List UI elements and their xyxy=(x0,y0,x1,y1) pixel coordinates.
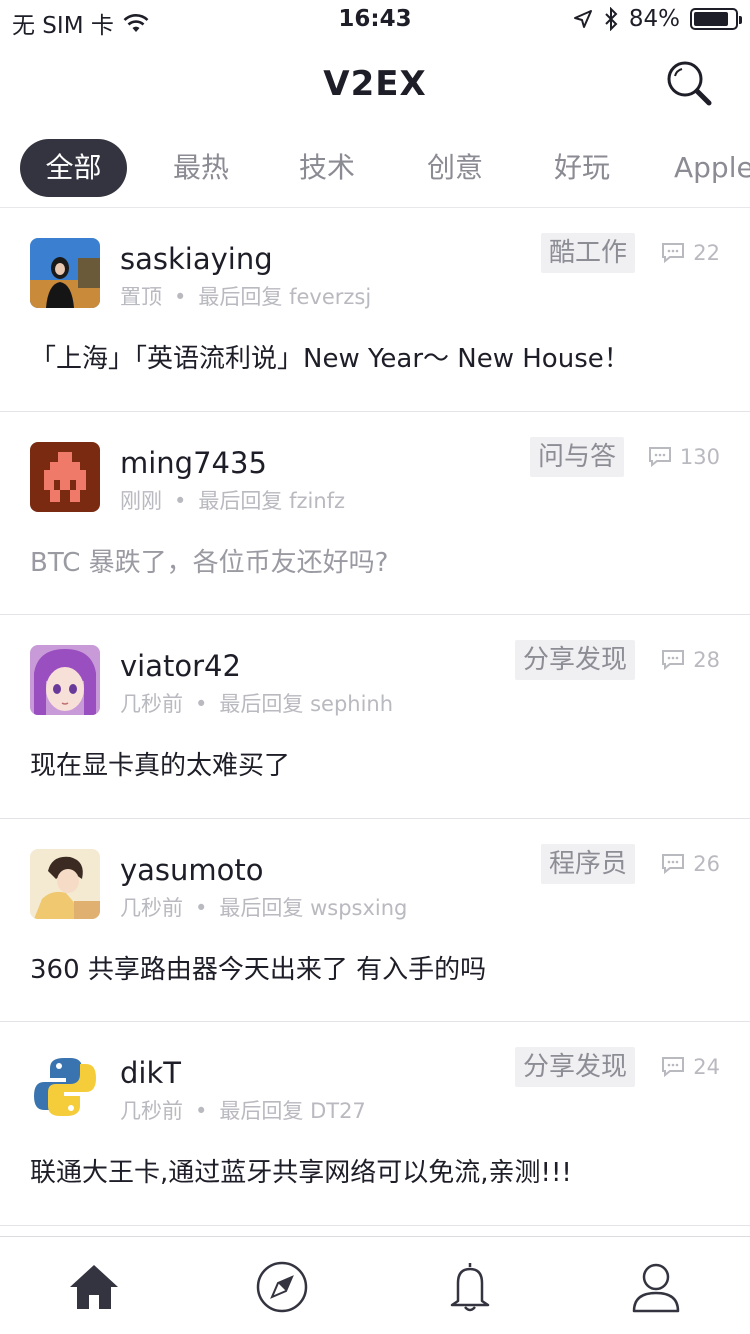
location-arrow-icon xyxy=(573,10,592,28)
avatar[interactable] xyxy=(30,645,100,715)
topic-time: 几秒前 xyxy=(120,895,183,920)
page-title: V2EX xyxy=(323,64,427,104)
user-icon xyxy=(632,1263,680,1313)
search-icon xyxy=(667,61,712,106)
last-reply-label: 最后回复 xyxy=(198,285,283,309)
node-tag[interactable]: 分享发现 xyxy=(514,640,635,680)
last-reply-label: 最后回复 xyxy=(219,895,304,920)
tab-apple[interactable]: Apple xyxy=(674,139,750,197)
topic-item[interactable]: dikT 几秒前 • 最后回复 DT27 分享发现 24 联通大王卡,通过蓝牙共享网… xyxy=(0,1022,750,1226)
tab-home[interactable] xyxy=(64,1257,124,1317)
node-tag[interactable]: 分享发现 xyxy=(514,1047,635,1087)
comment-icon xyxy=(662,853,685,874)
username[interactable]: saskiaying xyxy=(120,242,273,276)
tab-tech[interactable]: 技术 xyxy=(272,139,382,197)
topic-time: 几秒前 xyxy=(120,1099,183,1123)
reply-count: 26 xyxy=(661,852,720,876)
last-reply-label: 最后回复 xyxy=(219,1099,304,1123)
username[interactable]: yasumoto xyxy=(120,853,264,887)
tab-notifications[interactable] xyxy=(440,1257,500,1317)
topic-time: 置顶 xyxy=(120,285,162,309)
node-tag[interactable]: 问与答 xyxy=(529,436,624,477)
category-tabs: 全部 最热 技术 创意 好玩 Apple xyxy=(0,128,750,208)
topic-title[interactable]: 360 共享路由器今天出来了 有入手的吗 xyxy=(30,949,486,986)
compass-icon xyxy=(256,1261,308,1313)
tab-profile[interactable] xyxy=(626,1257,686,1317)
comment-icon xyxy=(662,243,685,264)
topic-item[interactable]: yasumoto 几秒前 • 最后回复 wspsxing 程序员 26 360 共享… xyxy=(0,819,750,1022)
username[interactable]: dikT xyxy=(120,1056,181,1090)
topic-item[interactable]: ming7435 刚刚 • 最后回复 fzinfz 问与答 130 BTC 暴跌了，… xyxy=(0,412,750,615)
separator-dot: • xyxy=(195,692,208,716)
reply-count-value: 28 xyxy=(693,648,720,672)
username[interactable]: ming7435 xyxy=(120,446,267,480)
status-indicators: 84% xyxy=(573,6,742,32)
reply-count-value: 24 xyxy=(693,1055,720,1079)
battery-percent: 84% xyxy=(628,6,680,32)
battery-level xyxy=(694,12,728,26)
last-reply-user: feverzsj xyxy=(289,285,372,309)
topic-time: 刚刚 xyxy=(120,488,162,513)
topic-meta: 刚刚 • 最后回复 fzinfz xyxy=(120,485,345,515)
comment-icon xyxy=(648,446,671,467)
topic-item[interactable]: saskiaying 置顶 • 最后回复 feverzsj 酷工作 22 「上海」「… xyxy=(0,208,750,412)
bluetooth-icon xyxy=(605,7,618,31)
reply-count: 28 xyxy=(661,648,720,672)
reply-count-value: 130 xyxy=(679,444,720,469)
last-reply-user: sephinh xyxy=(310,692,394,716)
tab-all[interactable]: 全部 xyxy=(20,139,127,197)
avatar[interactable] xyxy=(30,1052,100,1122)
bell-icon xyxy=(450,1263,490,1312)
username[interactable]: viator42 xyxy=(120,649,241,683)
tab-discover[interactable] xyxy=(252,1257,312,1317)
last-reply-user: DT27 xyxy=(310,1099,366,1123)
reply-count: 22 xyxy=(661,241,720,265)
home-icon xyxy=(70,1265,118,1309)
avatar[interactable] xyxy=(30,238,100,308)
last-reply-user: wspsxing xyxy=(310,895,408,920)
last-reply-label: 最后回复 xyxy=(219,692,304,716)
reply-count-value: 22 xyxy=(693,241,720,265)
status-bar: 无 SIM 卡 16:43 84% xyxy=(0,0,750,40)
reply-count: 24 xyxy=(661,1055,720,1079)
avatar[interactable] xyxy=(30,441,100,512)
reply-count: 130 xyxy=(648,445,720,469)
node-tag[interactable]: 程序员 xyxy=(540,843,635,884)
topic-title[interactable]: 联通大王卡,通过蓝牙共享网络可以免流,亲测!!! xyxy=(30,1152,572,1189)
topic-item[interactable]: viator42 几秒前 • 最后回复 sephinh 分享发现 28 现在显卡真的… xyxy=(0,615,750,819)
separator-dot: • xyxy=(174,488,187,513)
last-reply-label: 最后回复 xyxy=(198,488,283,513)
tab-creative[interactable]: 创意 xyxy=(400,139,510,197)
battery-icon xyxy=(690,8,742,30)
separator-dot: • xyxy=(174,285,187,309)
comment-icon xyxy=(662,1057,685,1078)
separator-dot: • xyxy=(195,1099,208,1123)
reply-count-value: 26 xyxy=(693,851,720,876)
tab-play[interactable]: 好玩 xyxy=(527,139,637,197)
avatar[interactable] xyxy=(30,848,100,919)
topic-meta: 几秒前 • 最后回复 DT27 xyxy=(120,1095,366,1125)
search-button[interactable] xyxy=(664,58,716,110)
topic-time: 几秒前 xyxy=(120,692,183,716)
nav-bar: V2EX xyxy=(0,40,750,128)
last-reply-user: fzinfz xyxy=(289,488,346,513)
topic-meta: 几秒前 • 最后回复 sephinh xyxy=(120,688,393,718)
separator-dot: • xyxy=(195,895,208,920)
topic-list: saskiaying 置顶 • 最后回复 feverzsj 酷工作 22 「上海」「… xyxy=(0,208,750,1226)
topic-meta: 几秒前 • 最后回复 wspsxing xyxy=(120,892,407,922)
topic-title[interactable]: 现在显卡真的太难买了 xyxy=(30,745,290,782)
topic-title[interactable]: BTC 暴跌了，各位币友还好吗? xyxy=(30,542,388,579)
tab-hot[interactable]: 最热 xyxy=(146,139,256,197)
topic-title[interactable]: 「上海」「英语流利说」New Year～ New House！ xyxy=(30,338,630,375)
node-tag[interactable]: 酷工作 xyxy=(540,233,635,273)
bottom-tab-bar xyxy=(0,1236,750,1334)
comment-icon xyxy=(662,650,685,671)
topic-meta: 置顶 • 最后回复 feverzsj xyxy=(120,281,371,311)
